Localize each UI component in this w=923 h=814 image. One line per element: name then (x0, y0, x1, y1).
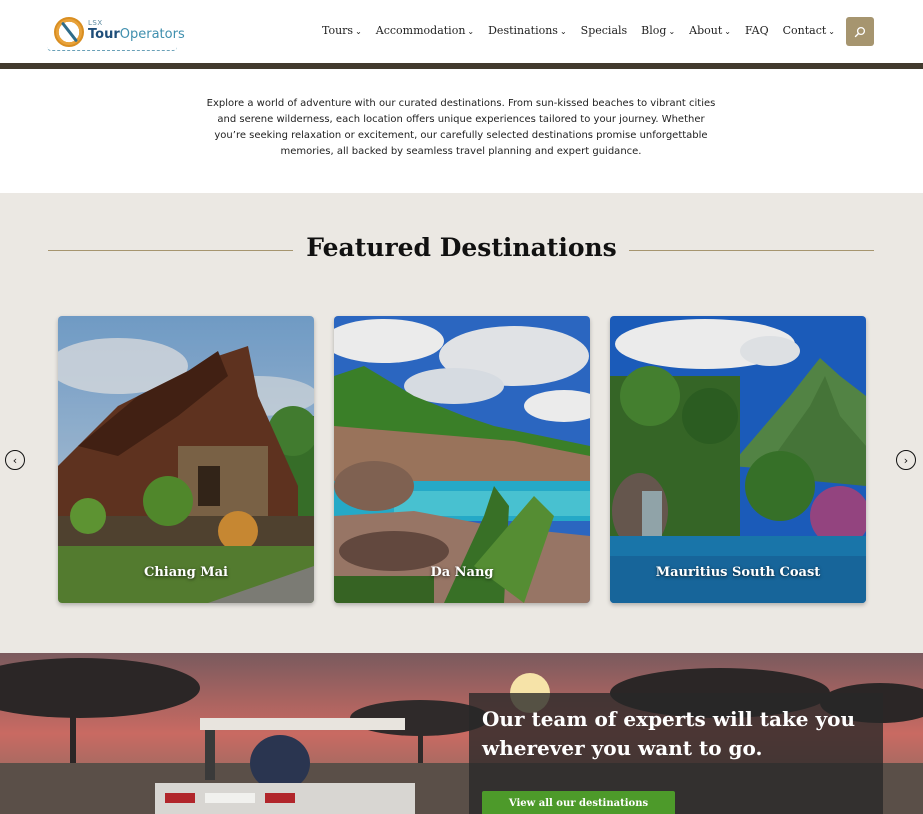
hero-title: Our team of experts will take you wherev… (482, 707, 855, 760)
chevron-down-icon: ⌄ (467, 27, 475, 36)
section-title: Featured Destinations (306, 233, 617, 262)
nav-item-destinations[interactable]: Destinations ⌄ (488, 24, 567, 37)
hero-callout: Our team of experts will take you wherev… (469, 693, 883, 814)
intro-section: Explore a world of adventure with our cu… (0, 69, 923, 193)
destination-card-chiang-mai[interactable]: Chiang Mai (58, 316, 314, 603)
carousel-next-button[interactable]: › (896, 450, 916, 470)
chevron-down-icon: ⌄ (724, 27, 731, 36)
logo-small-text: LSX (88, 19, 103, 27)
title-divider-right (629, 250, 874, 251)
main-nav: Tours ⌄ Accommodation ⌄ Destinations ⌄ Spec… (322, 24, 835, 37)
title-divider-left (48, 250, 293, 251)
carousel-prev-button[interactable]: ‹ (5, 450, 25, 470)
destination-image (58, 316, 314, 603)
destination-card-mauritius-south-coast[interactable]: Mauritius South Coast (610, 316, 866, 603)
nav-item-tours[interactable]: Tours ⌄ (322, 24, 362, 37)
logo-wordmark: TourOperators (88, 27, 185, 42)
nav-item-contact[interactable]: Contact ⌄ (783, 24, 835, 37)
chevron-down-icon: ⌄ (559, 27, 567, 36)
nav-item-accommodation[interactable]: Accommodation ⌄ (376, 24, 474, 37)
site-header: LSX TourOperators Tours ⌄ Accommodation ⌄ … (0, 0, 923, 64)
destination-card-da-nang[interactable]: Da Nang (334, 316, 590, 603)
nav-item-about[interactable]: About ⌄ (689, 24, 731, 37)
nav-item-specials[interactable]: Specials (581, 24, 628, 37)
chevron-down-icon: ⌄ (668, 27, 676, 36)
intro-text: Explore a world of adventure with our cu… (206, 98, 716, 157)
chevron-down-icon: ⌄ (355, 27, 362, 36)
search-icon (854, 26, 866, 37)
nav-item-blog[interactable]: Blog ⌄ (641, 24, 675, 37)
destination-card-title: Chiang Mai (144, 565, 228, 580)
destination-card-title: Da Nang (430, 565, 494, 580)
chevron-right-icon: › (903, 453, 909, 467)
site-logo[interactable]: LSX TourOperators (47, 14, 187, 52)
view-all-destinations-button[interactable]: View all our destinations (482, 791, 675, 814)
nav-item-faq[interactable]: FAQ (745, 24, 769, 37)
hero-banner: Our team of experts will take you wherev… (0, 653, 923, 814)
featured-destinations-section: Featured Destinations ‹ Chiang Mai Da Na… (0, 193, 923, 653)
destination-image (610, 316, 866, 603)
search-button[interactable] (846, 17, 874, 46)
chevron-left-icon: ‹ (12, 453, 18, 467)
chevron-down-icon: ⌄ (828, 27, 835, 36)
destination-image (334, 316, 590, 603)
destination-card-title: Mauritius South Coast (655, 565, 821, 580)
